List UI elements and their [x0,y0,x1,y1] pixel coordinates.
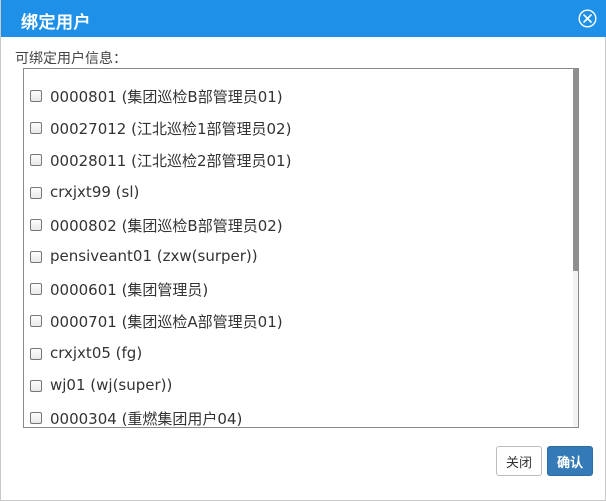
user-label: 0000701 (集团巡检A部管理员01) [50,313,283,332]
user-checkbox[interactable] [30,347,42,360]
dialog-title: 绑定用户 [21,13,91,33]
close-button[interactable]: 关闭 [496,446,542,476]
user-list-item[interactable]: 0000601 (集团管理员) [24,277,564,303]
user-list-item[interactable]: 0000802 (集团巡检B部管理员02) [24,213,564,239]
user-checkbox[interactable] [30,186,42,199]
user-checkbox[interactable] [30,122,42,135]
user-checkbox[interactable] [30,315,42,328]
user-list-item[interactable]: 0000801 (集团巡检B部管理员01) [24,84,564,110]
user-list-item[interactable]: 00028011 (江北巡检2部管理员01) [24,148,564,174]
user-checkbox[interactable] [30,154,42,167]
user-label: 0000801 (集团巡检B部管理员01) [50,88,283,106]
user-label: 00028011 (江北巡检2部管理员01) [50,152,292,171]
available-users-label: 可绑定用户信息： [15,51,127,67]
user-label: 0000802 (集团巡检B部管理员02) [50,216,283,235]
bind-user-dialog: 绑定用户 可绑定用户信息： 0000801 (集团巡检B部管理员01) 00027… [0,0,606,501]
user-list-item[interactable]: 0000304 (重燃集团用户04) [24,406,564,427]
user-label: 00027012 (江北巡检1部管理员02) [50,120,292,139]
user-label: 0000601 (集团管理员) [50,281,209,300]
user-checkbox[interactable] [30,90,42,102]
user-checkbox[interactable] [30,412,42,424]
user-checkbox[interactable] [30,379,42,392]
user-label: crxjxt05 (fg) [50,343,143,362]
user-list-item[interactable]: wj01 (wj(super)) [24,374,564,400]
user-checkbox[interactable] [30,251,42,263]
user-label: pensiveant01 (zxw(surper)) [50,247,258,265]
user-list-item[interactable]: 0000701 (集团巡检A部管理员01) [24,309,564,335]
user-checkbox[interactable] [30,218,42,231]
user-label: wj01 (wj(super)) [50,375,173,394]
user-list: 0000801 (集团巡检B部管理员01) 00027012 (江北巡检1部管理员… [24,69,572,427]
user-list-item[interactable]: crxjxt05 (fg) [24,342,564,368]
user-list-item[interactable]: 00027012 (江北巡检1部管理员02) [24,116,564,142]
user-label: crxjxt99 (sl) [50,182,140,201]
user-list-item[interactable]: crxjxt99 (sl) [24,181,564,207]
scroll-thumb[interactable] [573,69,578,271]
user-list-item[interactable]: pensiveant01 (zxw(surper)) [24,245,564,271]
confirm-button[interactable]: 确认 [547,446,593,476]
close-icon[interactable] [578,9,597,28]
list-scrollbar[interactable] [573,69,578,427]
dialog-titlebar: 绑定用户 [1,0,606,37]
user-label: 0000304 (重燃集团用户04) [50,410,243,427]
user-list-box: 0000801 (集团巡检B部管理员01) 00027012 (江北巡检1部管理员… [23,68,579,428]
user-checkbox[interactable] [30,283,42,296]
